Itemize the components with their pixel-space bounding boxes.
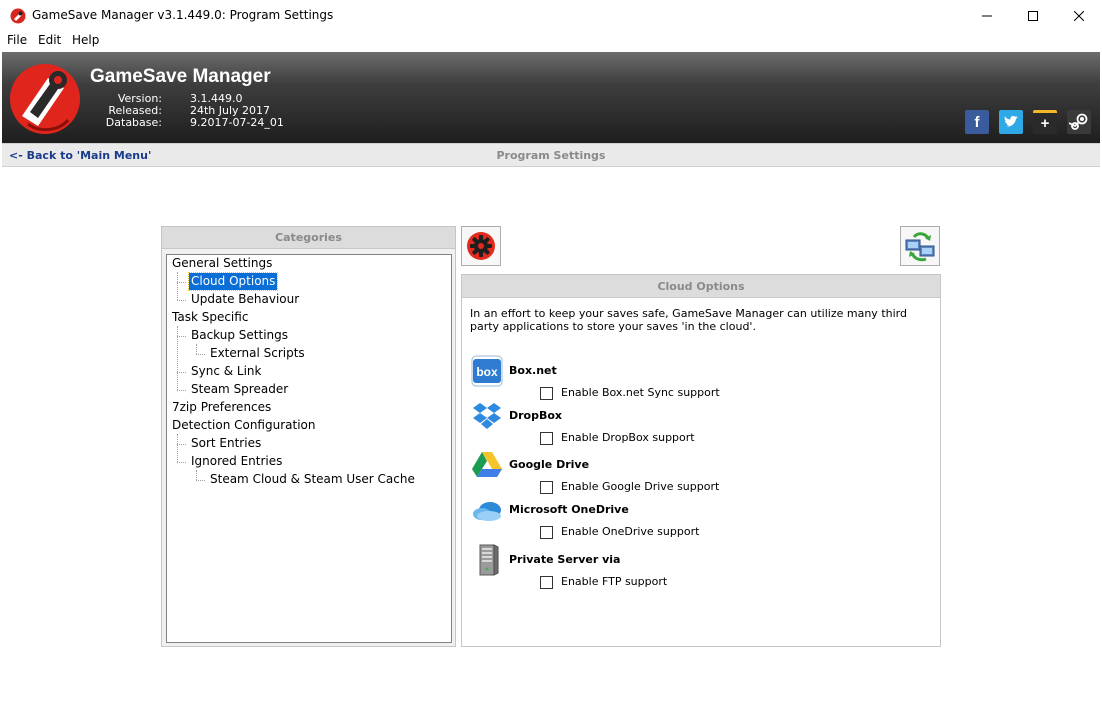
ftp-label[interactable]: Enable FTP support <box>561 575 667 588</box>
tree-item-ignored-entries[interactable]: Ignored Entries <box>191 453 282 470</box>
close-icon <box>1074 10 1084 21</box>
gamesave-logo-icon <box>10 64 80 134</box>
facebook-button[interactable]: f <box>965 110 989 134</box>
settings-button[interactable] <box>461 226 501 266</box>
categories-tree[interactable]: General Settings Cloud Options Update Be… <box>166 254 452 643</box>
database-value: 9.2017-07-24_01 <box>190 116 284 129</box>
page-title: Program Settings <box>496 149 606 162</box>
menu-bar: File Edit Help <box>0 31 1102 51</box>
onedrive-label[interactable]: Enable OneDrive support <box>561 525 699 538</box>
google-drive-checkbox[interactable] <box>540 481 553 494</box>
twitter-button[interactable] <box>999 110 1023 134</box>
ftp-checkbox[interactable] <box>540 576 553 589</box>
menu-file[interactable]: File <box>7 33 27 47</box>
service-name-private-server: Private Server via <box>509 553 621 566</box>
tree-item-7zip-preferences[interactable]: 7zip Preferences <box>172 399 271 416</box>
header-banner: GameSave Manager Version: 3.1.449.0 Rele… <box>2 52 1100 143</box>
steam-icon <box>1069 113 1088 130</box>
title-bar: GameSave Manager v3.1.449.0: Program Set… <box>0 0 1102 31</box>
service-name-onedrive: Microsoft OneDrive <box>509 503 629 516</box>
minimize-button[interactable] <box>964 0 1010 31</box>
sync-button[interactable] <box>900 226 940 266</box>
app-logo-icon <box>10 8 26 24</box>
database-label: Database: <box>105 116 162 129</box>
tree-item-update-behaviour[interactable]: Update Behaviour <box>191 291 299 308</box>
box-icon: box <box>471 355 505 389</box>
nav-strip: <- Back to 'Main Menu' Program Settings <box>2 143 1100 167</box>
minimize-icon <box>982 15 992 16</box>
onedrive-checkbox[interactable] <box>540 526 553 539</box>
tree-item-task-specific[interactable]: Task Specific <box>172 309 248 326</box>
google-plus-button[interactable]: + <box>1033 110 1057 134</box>
box-sync-checkbox[interactable] <box>540 387 553 400</box>
categories-header: Categories <box>162 227 455 249</box>
tree-item-steam-cloud-user-cache[interactable]: Steam Cloud & Steam User Cache <box>210 471 415 488</box>
server-icon <box>471 543 505 577</box>
facebook-icon: f <box>974 113 980 131</box>
tree-item-cloud-options[interactable]: Cloud Options <box>187 272 279 291</box>
box-icon-text: box <box>476 365 498 379</box>
app-name: GameSave Manager <box>90 66 271 87</box>
tree-item-sync-link[interactable]: Sync & Link <box>191 363 261 380</box>
twitter-icon <box>1004 116 1018 127</box>
box-sync-label[interactable]: Enable Box.net Sync support <box>561 386 720 399</box>
google-drive-icon <box>471 449 505 483</box>
tree-item-detection-configuration[interactable]: Detection Configuration <box>172 417 316 434</box>
google-drive-label[interactable]: Enable Google Drive support <box>561 480 719 493</box>
service-name-box: Box.net <box>509 364 557 377</box>
service-name-dropbox: DropBox <box>509 409 563 422</box>
menu-help[interactable]: Help <box>72 33 99 47</box>
dropbox-icon <box>471 400 505 434</box>
maximize-icon <box>1028 10 1038 21</box>
service-name-google-drive: Google Drive <box>509 458 590 471</box>
cloud-options-description: In an effort to keep your saves safe, Ga… <box>470 307 907 333</box>
cloud-options-panel: Cloud Options In an effort to keep your … <box>461 274 941 647</box>
tree-item-general-settings[interactable]: General Settings <box>172 255 272 272</box>
close-button[interactable] <box>1056 0 1102 31</box>
steam-button[interactable] <box>1067 110 1091 134</box>
dropbox-checkbox[interactable] <box>540 432 553 445</box>
tree-item-backup-settings[interactable]: Backup Settings <box>191 327 288 344</box>
tree-item-sort-entries[interactable]: Sort Entries <box>191 435 261 452</box>
window-title: GameSave Manager v3.1.449.0: Program Set… <box>32 8 334 22</box>
network-sync-icon <box>905 232 935 262</box>
tree-item-steam-spreader[interactable]: Steam Spreader <box>191 381 288 398</box>
maximize-button[interactable] <box>1010 0 1056 31</box>
categories-panel: Categories General Settings Cloud Option… <box>161 226 456 647</box>
google-plus-icon: + <box>1040 115 1050 132</box>
tree-item-external-scripts[interactable]: External Scripts <box>210 345 305 362</box>
gear-icon <box>467 232 495 260</box>
menu-edit[interactable]: Edit <box>38 33 61 47</box>
cloud-options-header: Cloud Options <box>462 275 940 298</box>
onedrive-icon <box>471 495 505 529</box>
dropbox-label[interactable]: Enable DropBox support <box>561 431 695 444</box>
